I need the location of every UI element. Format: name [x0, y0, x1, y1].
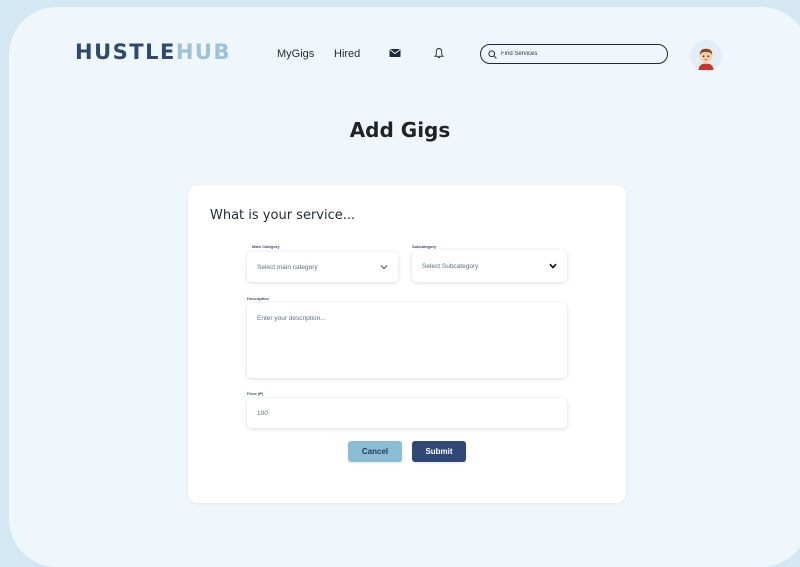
form-heading: What is your service... — [210, 208, 356, 223]
cancel-button[interactable]: Cancel — [348, 441, 402, 462]
logo[interactable]: HUSTLEHUB — [75, 40, 231, 64]
search-icon — [488, 49, 497, 59]
logo-text-primary: HUSTLE — [75, 40, 176, 64]
avatar[interactable] — [690, 40, 722, 72]
price-label: Price (₱) — [247, 391, 264, 396]
avatar-icon — [698, 48, 714, 70]
description-placeholder: Enter your description... — [257, 315, 326, 322]
main-category-label: Main Category — [252, 244, 280, 249]
search-input[interactable] — [501, 51, 651, 57]
mail-icon[interactable] — [389, 45, 405, 61]
nav-mygigs[interactable]: MyGigs — [277, 48, 314, 60]
nav-hired[interactable]: Hired — [334, 48, 360, 60]
bell-icon[interactable] — [433, 45, 449, 61]
price-input[interactable]: 100 — [247, 398, 567, 428]
subcategory-label: Subcategory — [412, 244, 437, 249]
page-title: Add Gigs — [349, 118, 451, 142]
chevron-down-icon — [549, 263, 557, 269]
submit-button[interactable]: Submit — [412, 441, 466, 462]
logo-text-secondary: HUB — [175, 40, 231, 64]
main-category-value: Select main category — [257, 263, 318, 271]
description-textarea[interactable]: Enter your description... — [247, 303, 567, 378]
price-value: 100 — [257, 409, 268, 417]
chevron-down-icon — [380, 265, 388, 270]
search-bar[interactable] — [480, 44, 668, 64]
description-label: Description — [247, 296, 270, 301]
subcategory-value: Select Subcategory — [422, 262, 479, 270]
subcategory-select[interactable]: Select Subcategory — [412, 250, 567, 282]
main-category-select[interactable]: Select main category — [247, 252, 398, 282]
